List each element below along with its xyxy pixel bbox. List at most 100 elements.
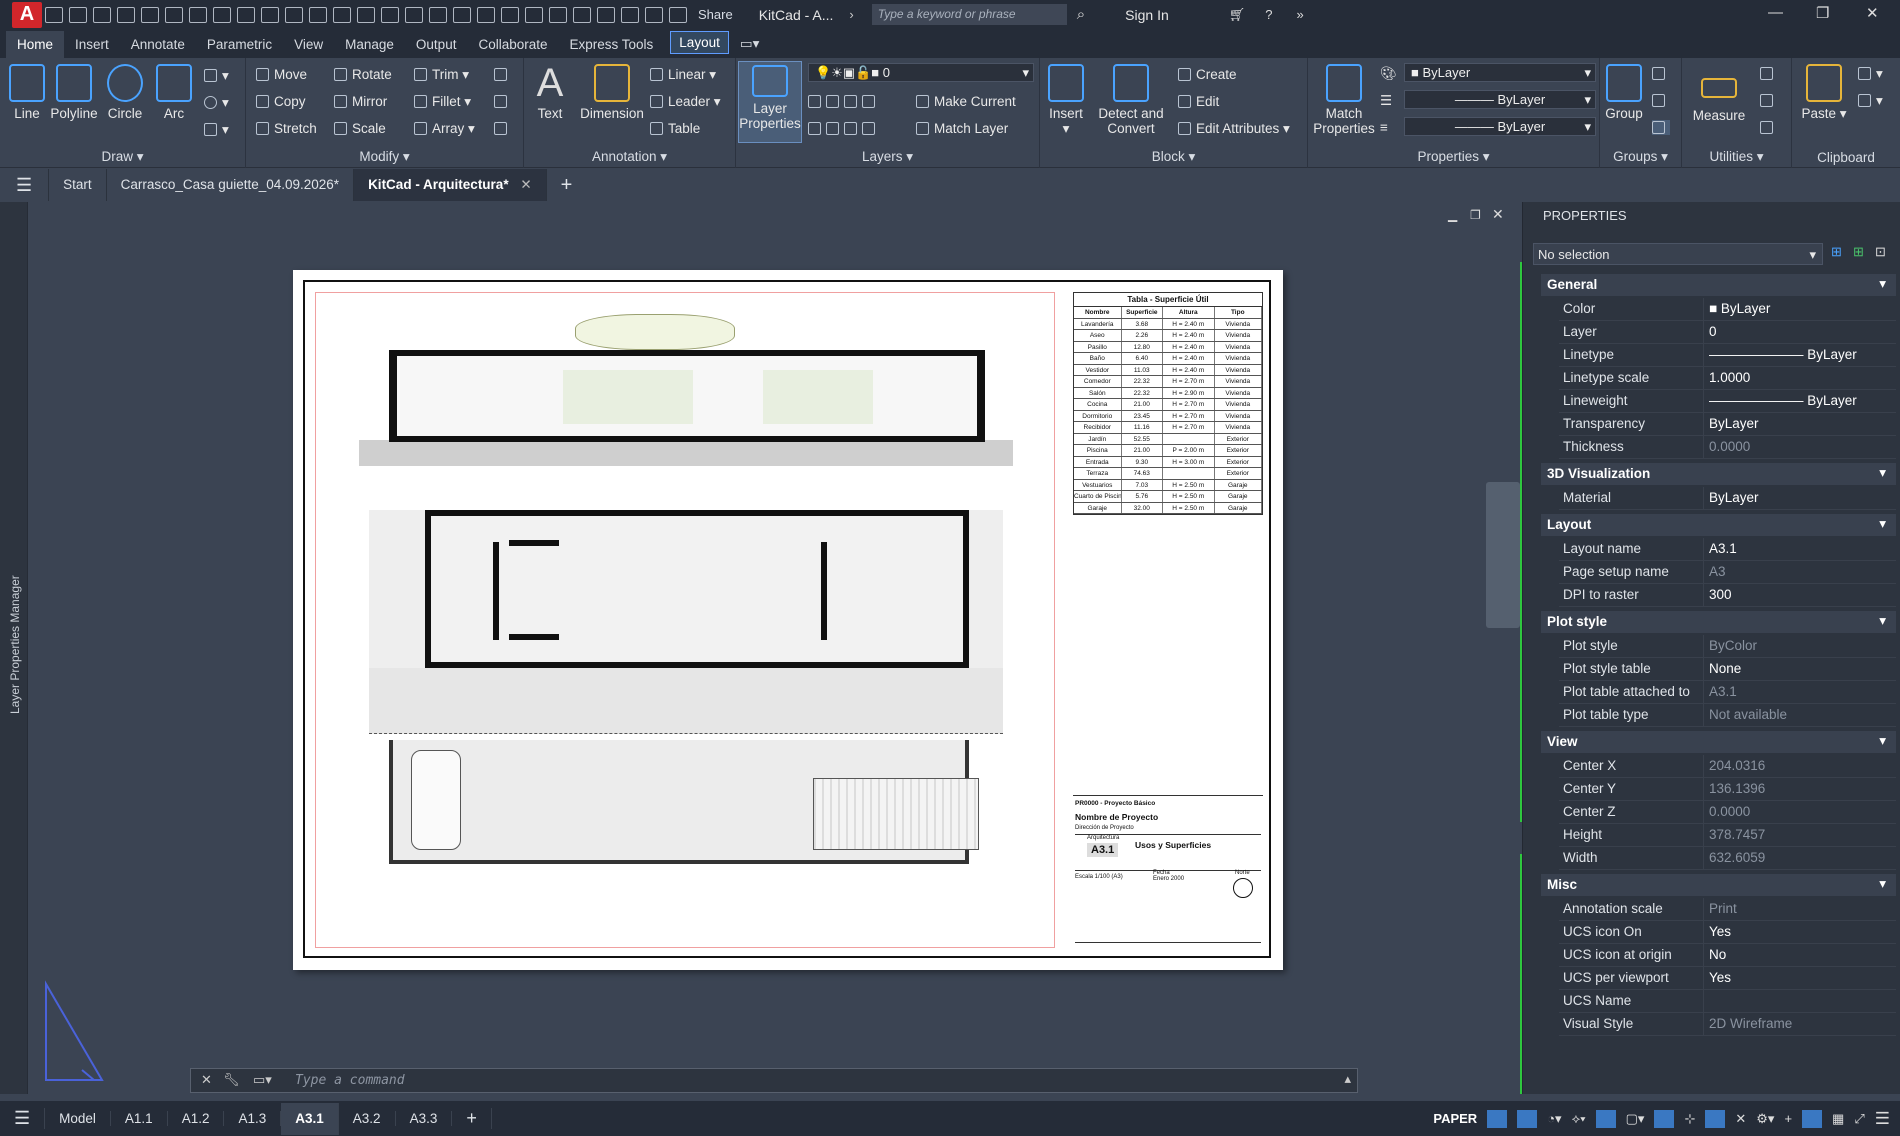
selection-cycling-icon[interactable]: ⊹: [1684, 1111, 1695, 1127]
array-button[interactable]: Array ▾: [414, 121, 475, 137]
calculator-icon[interactable]: [1760, 120, 1778, 135]
property-row-center-x[interactable]: Center X 204.0316: [1559, 755, 1896, 778]
detect-convert-button[interactable]: Detect and Convert: [1094, 64, 1168, 136]
ucs-icon[interactable]: [597, 6, 615, 23]
tab-view[interactable]: View: [283, 31, 334, 58]
tab-home[interactable]: Home: [6, 31, 65, 58]
property-row-plot-style-table[interactable]: Plot style table None: [1559, 658, 1896, 681]
customization-menu-icon[interactable]: ☰: [1875, 1109, 1890, 1129]
hatch-icon[interactable]: [525, 6, 543, 23]
new-tab-icon[interactable]: +: [547, 169, 587, 201]
line-button[interactable]: Line: [8, 64, 46, 121]
property-row-plot-table-type[interactable]: Plot table type Not available: [1559, 704, 1896, 727]
text-icon[interactable]: [477, 6, 495, 23]
layout-tab-a3-1[interactable]: A3.1: [281, 1102, 339, 1135]
section-misc[interactable]: Misc: [1541, 874, 1896, 896]
property-row-layer[interactable]: Layer 0: [1559, 321, 1896, 344]
layer-icon[interactable]: [285, 6, 303, 23]
close-icon[interactable]: ✕: [1866, 4, 1879, 22]
tab-output[interactable]: Output: [405, 31, 468, 58]
trim-button[interactable]: Trim ▾: [414, 67, 469, 83]
match-properties-button[interactable]: Match Properties: [1312, 64, 1376, 136]
linear-button[interactable]: Linear ▾: [650, 67, 716, 83]
property-row-page-setup-name[interactable]: Page setup name A3: [1559, 561, 1896, 584]
copy-button[interactable]: Copy: [256, 94, 306, 109]
property-row-ucs-icon-at-origin[interactable]: UCS icon at origin No: [1559, 944, 1896, 967]
block-panel-label[interactable]: Block ▾: [1040, 149, 1307, 165]
render-icon[interactable]: [645, 6, 663, 23]
measure-button[interactable]: Measure: [1690, 64, 1748, 123]
select-objects-icon[interactable]: ⊞: [1853, 244, 1864, 260]
groups-panel-label[interactable]: Groups ▾: [1600, 149, 1681, 165]
match-layer-button[interactable]: Match Layer: [916, 121, 1008, 136]
group-button[interactable]: Group: [1602, 64, 1646, 121]
property-row-width[interactable]: Width 632.6059: [1559, 847, 1896, 870]
redo-icon[interactable]: [189, 6, 207, 23]
layout-menu-icon[interactable]: ☰: [0, 1108, 46, 1129]
rectangle-icon[interactable]: ▾: [204, 68, 229, 84]
minimize-icon[interactable]: —: [1768, 4, 1783, 21]
group-edit-icon[interactable]: [1652, 93, 1670, 108]
measure-icon[interactable]: [333, 6, 351, 23]
edit-attributes-button[interactable]: Edit Attributes ▾: [1178, 121, 1290, 137]
text-button[interactable]: A Text: [532, 63, 568, 121]
color-wheel-icon[interactable]: 🎨︎: [1380, 66, 1397, 82]
clean-screen-icon[interactable]: ⤢: [1854, 1111, 1864, 1127]
color-dropdown[interactable]: ■ ByLayer ▾: [1404, 63, 1596, 82]
property-row-layout-name[interactable]: Layout name A3.1: [1559, 538, 1896, 561]
property-row-thickness[interactable]: Thickness 0.0000: [1559, 436, 1896, 459]
property-row-plot-table-attached-to[interactable]: Plot table attached to A3.1: [1559, 681, 1896, 704]
property-row-plot-style[interactable]: Plot style ByColor: [1559, 635, 1896, 658]
layer-tools-icon[interactable]: [808, 121, 880, 136]
stretch-button[interactable]: Stretch: [256, 121, 317, 136]
cut-icon[interactable]: ▾: [1858, 66, 1883, 82]
edit-block-button[interactable]: Edit: [1178, 94, 1219, 109]
property-row-center-z[interactable]: Center Z 0.0000: [1559, 801, 1896, 824]
workspace-gear-icon[interactable]: ⚙▾: [1756, 1111, 1774, 1127]
grid-icon[interactable]: [357, 6, 375, 23]
expand-history-icon[interactable]: ▴: [1344, 1071, 1351, 1087]
tab-express-tools[interactable]: Express Tools: [559, 31, 665, 58]
doc-tab-carrasco[interactable]: Carrasco_Casa guiette_04.09.2026*: [107, 169, 355, 201]
tab-collaborate[interactable]: Collaborate: [467, 31, 558, 58]
viewport-min-icon[interactable]: ▁: [1448, 208, 1457, 222]
restore-icon[interactable]: ❐: [1816, 4, 1829, 22]
select-all-icon[interactable]: [1760, 93, 1778, 108]
lineweight-toggle-icon[interactable]: [1654, 1109, 1675, 1128]
move-button[interactable]: Move: [256, 67, 307, 82]
new-icon[interactable]: [45, 6, 63, 23]
quick-select-icon[interactable]: [1760, 66, 1778, 81]
table-button[interactable]: Table: [650, 121, 700, 136]
property-row-linetype[interactable]: Linetype ——————— ByLayer: [1559, 344, 1896, 367]
property-row-material[interactable]: Material ByLayer: [1559, 487, 1896, 510]
property-row-transparency[interactable]: Transparency ByLayer: [1559, 413, 1896, 436]
tab-annotate[interactable]: Annotate: [120, 31, 196, 58]
ungroup-icon[interactable]: [1652, 66, 1670, 81]
layer-dropdown[interactable]: 💡☀▣🔓■ 0 ▾: [808, 63, 1034, 82]
search-icon[interactable]: ⌕: [1077, 6, 1085, 23]
dimension-icon[interactable]: [501, 6, 519, 23]
xref-icon[interactable]: [549, 6, 567, 23]
command-input[interactable]: Type a command: [295, 1073, 405, 1088]
paste-button[interactable]: Paste ▾: [1800, 64, 1848, 122]
recent-commands-icon[interactable]: ▭▾: [253, 1072, 272, 1088]
chevron-right-icon[interactable]: ›: [849, 7, 853, 22]
navigation-bar[interactable]: [1486, 482, 1520, 628]
open-icon[interactable]: [69, 6, 87, 23]
ribbon-options-icon[interactable]: ▭▾: [729, 30, 771, 58]
doc-tab-start[interactable]: Start: [49, 169, 107, 201]
cart-icon[interactable]: 🛒︎: [1229, 7, 1246, 23]
rotate-button[interactable]: Rotate: [334, 67, 392, 82]
layer-properties-manager-strip[interactable]: Layer Properties Manager: [0, 202, 28, 1094]
snap-toggle-icon[interactable]: [1517, 1109, 1538, 1128]
osnap-icon[interactable]: [405, 6, 423, 23]
fillet-button[interactable]: Fillet ▾: [414, 94, 471, 110]
quick-select-icon[interactable]: ⊞: [1831, 244, 1842, 260]
copy-clip-icon[interactable]: ▾: [1858, 93, 1883, 109]
tab-insert[interactable]: Insert: [64, 31, 120, 58]
make-current-button[interactable]: Make Current: [916, 94, 1016, 109]
pan-icon[interactable]: [261, 6, 279, 23]
modify-panel-label[interactable]: Modify ▾: [246, 149, 523, 165]
create-block-button[interactable]: Create: [1178, 67, 1237, 82]
ellipse-icon[interactable]: ▾: [204, 95, 229, 111]
